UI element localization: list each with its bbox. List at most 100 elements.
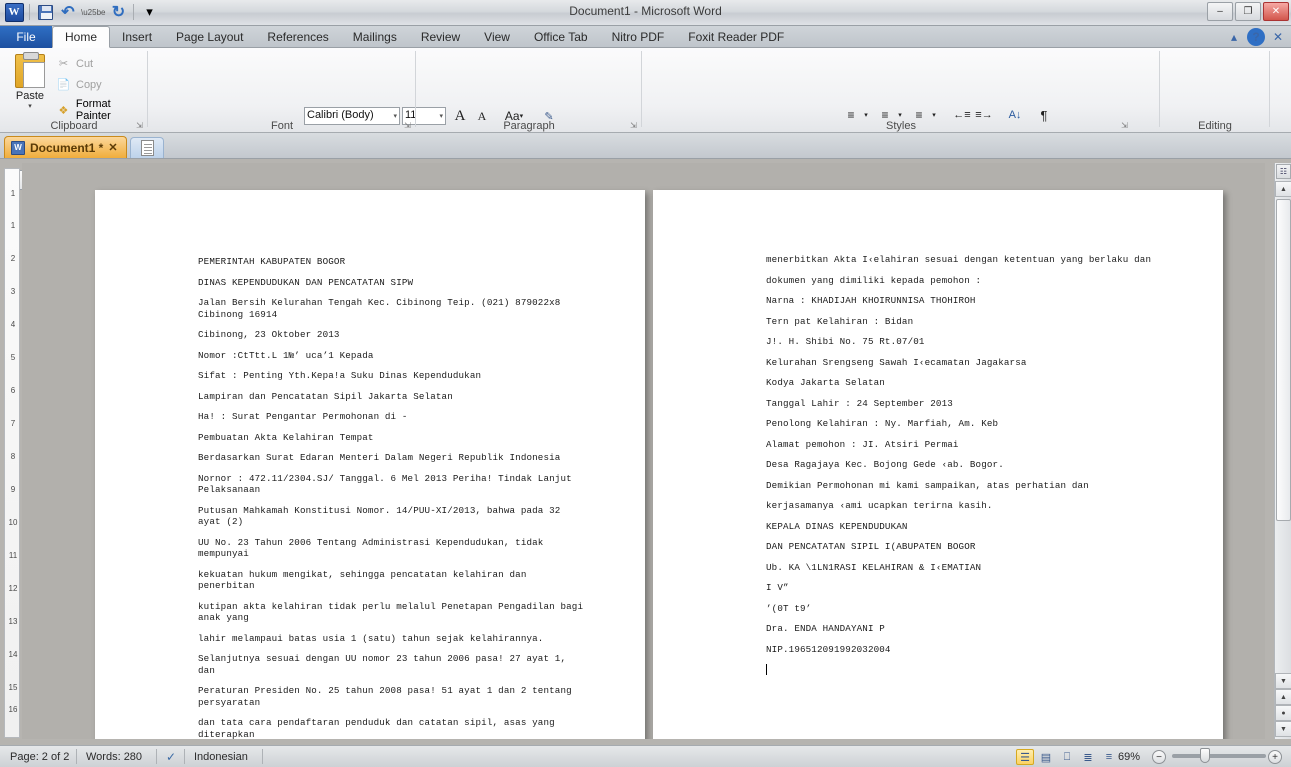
print-layout-view-button[interactable]: ☰ xyxy=(1016,749,1034,765)
minimize-button[interactable]: – xyxy=(1207,2,1233,21)
group-label-font: Font xyxy=(270,120,293,132)
tab-page-layout[interactable]: Page Layout xyxy=(164,26,255,48)
close-document-icon[interactable]: ✕ xyxy=(1269,28,1287,46)
outline-view-button[interactable]: ≣ xyxy=(1079,749,1097,765)
vertical-scrollbar[interactable]: ☷ ▲ ▼ ▲ ● ▼ xyxy=(1274,163,1291,739)
cut-button[interactable]: ✂ Cut xyxy=(56,56,93,71)
clipboard-dialog-launcher[interactable]: ⇲ xyxy=(134,120,145,131)
tab-insert[interactable]: Insert xyxy=(110,26,164,48)
doc-paragraph: ’(0T t9’ xyxy=(766,602,812,614)
ribbon-tab-strip[interactable]: File Home Insert Page Layout References … xyxy=(0,26,1291,48)
next-page-button[interactable]: ▼ xyxy=(1275,721,1291,737)
scrollbar-thumb[interactable] xyxy=(1276,199,1291,521)
doc-paragraph: Cibinong, 23 Oktober 2013 xyxy=(198,329,340,340)
tab-foxit-reader-pdf[interactable]: Foxit Reader PDF xyxy=(676,26,796,48)
minus-icon: − xyxy=(1152,750,1166,764)
paragraph-dialog-launcher[interactable]: ⇲ xyxy=(628,120,639,131)
chevron-down-icon[interactable]: ▾ xyxy=(8,102,52,110)
title-bar: W ↶ \u25be ↻ ▾ Document1 - Microsoft Wor… xyxy=(0,0,1291,26)
doc-paragraph: kekuatan hukum mengikat, sehingga pencat… xyxy=(198,568,527,592)
paintbrush-icon: ❖ xyxy=(58,104,69,117)
doc-paragraph: Kelurahan Srengseng Sawah I‹ecamatan Jag… xyxy=(766,356,1027,368)
format-painter-button[interactable]: ❖ Format Painter xyxy=(56,98,148,122)
close-button[interactable]: ✕ xyxy=(1263,2,1289,21)
chevron-down-icon[interactable]: ▾ xyxy=(393,112,397,120)
view-buttons[interactable]: ☰ ▤ ⎕ ≣ ≡ xyxy=(1016,749,1118,765)
tab-references[interactable]: References xyxy=(255,26,340,48)
doc-paragraph: Narna : KHADIJAH KHOIRUNNISA THOHIROH xyxy=(766,295,976,306)
language-indicator[interactable]: Indonesian xyxy=(186,749,256,765)
doc-paragraph: menerbitkan Akta I‹elahiran sesuai denga… xyxy=(766,254,1152,265)
vertical-ruler[interactable]: 1 1 2 3 4 5 6 7 8 9 10 11 12 13 14 15 16 xyxy=(4,168,20,738)
doc-paragraph: Kodya Jakarta Selatan xyxy=(766,377,885,388)
doc-paragraph: NIP.196512091992032004 xyxy=(766,643,891,655)
scroll-down-button[interactable]: ▼ xyxy=(1275,673,1291,689)
zoom-slider-handle[interactable] xyxy=(1200,748,1210,763)
minimize-ribbon-icon[interactable]: ▴ xyxy=(1225,28,1243,46)
tab-nitro-pdf[interactable]: Nitro PDF xyxy=(600,26,677,48)
doc-paragraph: PEMERINTAH KABUPATEN BOGOR xyxy=(198,256,346,267)
document-canvas[interactable]: PEMERINTAH KABUPATEN BOGOR DINAS KEPENDU… xyxy=(22,163,1265,739)
font-dialog-launcher[interactable]: ⇲ xyxy=(402,120,413,131)
plus-icon: + xyxy=(1268,750,1282,764)
tab-view[interactable]: View xyxy=(472,26,522,48)
ribbon: Paste ▾ ✂ Cut 📄 Copy ❖ Format Painter Cl… xyxy=(0,48,1291,155)
window-title: Document1 - Microsoft Word xyxy=(569,4,722,18)
group-label-clipboard: Clipboard xyxy=(50,120,98,132)
tab-review[interactable]: Review xyxy=(409,26,472,48)
tab-office-tab[interactable]: Office Tab xyxy=(522,26,600,48)
tab-file[interactable]: File xyxy=(0,26,52,48)
doc-paragraph: Pembuatan Akta Kelahiran Tempat xyxy=(198,431,374,443)
doc-paragraph: I V” xyxy=(766,582,789,593)
window-controls[interactable]: – ❐ ✕ xyxy=(1207,2,1289,21)
doc-paragraph: DINAS KEPENDUDUKAN DAN PENCATATAN SIPW xyxy=(198,276,414,288)
split-bar-handle[interactable]: ☷ xyxy=(1276,164,1291,179)
doc-paragraph: lahir melampaui batas usia 1 (satu) tahu… xyxy=(198,632,544,644)
tab-mailings[interactable]: Mailings xyxy=(341,26,409,48)
page-1-text[interactable]: PEMERINTAH KABUPATEN BOGOR DINAS KEPENDU… xyxy=(198,256,588,739)
doc-paragraph: Ha! : Surat Pengantar Permohonan di - xyxy=(198,411,408,422)
zoom-slider-track[interactable] xyxy=(1172,754,1266,758)
document-tab-label: Document1 * xyxy=(30,140,104,155)
doc-paragraph: Nomor :CtTtt.L 1№’ uca’1 Kepada xyxy=(198,349,374,361)
help-icon[interactable]: ? xyxy=(1247,28,1265,46)
paste-button[interactable]: Paste ▾ xyxy=(8,52,52,114)
document-page-2[interactable]: menerbitkan Akta I‹elahiran sesuai denga… xyxy=(653,190,1223,739)
group-clipboard: Paste ▾ ✂ Cut 📄 Copy ❖ Format Painter Cl… xyxy=(0,48,148,133)
text-caret xyxy=(766,664,1161,677)
doc-paragraph: Penolong Kelahiran : Ny. Marfiah, Am. Ke… xyxy=(766,418,999,429)
doc-paragraph: kerjasamanya ‹ami ucapkan terirna kasih. xyxy=(766,500,993,511)
document-tab-document1[interactable]: W Document1 * ✕ xyxy=(4,136,127,158)
doc-paragraph: Alamat pemohon : JI. Atsiri Permai xyxy=(766,438,959,450)
select-browse-object-button[interactable]: ● xyxy=(1275,705,1291,721)
restore-button[interactable]: ❐ xyxy=(1235,2,1261,21)
doc-paragraph: Putusan Mahkamah Konstitusi Nomor. 14/PU… xyxy=(198,504,561,528)
zoom-out-button[interactable]: − xyxy=(1152,749,1166,765)
page-indicator[interactable]: Page: 2 of 2 xyxy=(2,749,77,765)
zoom-level[interactable]: 69% xyxy=(1118,749,1140,765)
word-count[interactable]: Words: 280 xyxy=(78,749,150,765)
copy-button[interactable]: 📄 Copy xyxy=(56,77,102,92)
zoom-in-button[interactable]: + xyxy=(1268,749,1282,765)
tab-home[interactable]: Home xyxy=(52,26,111,48)
page-2-text[interactable]: menerbitkan Akta I‹elahiran sesuai denga… xyxy=(766,254,1161,686)
previous-page-button[interactable]: ▲ xyxy=(1275,689,1291,705)
word-document-icon: W xyxy=(11,140,25,155)
draft-view-button[interactable]: ≡ xyxy=(1100,749,1118,765)
close-icon[interactable]: ✕ xyxy=(108,141,117,154)
new-document-tab-button[interactable] xyxy=(130,137,164,158)
document-page-1[interactable]: PEMERINTAH KABUPATEN BOGOR DINAS KEPENDU… xyxy=(95,190,645,739)
doc-paragraph: Demikian Permohonan mi kami sampaikan, a… xyxy=(766,479,1089,491)
group-label-paragraph: Paragraph xyxy=(503,120,555,132)
doc-paragraph: DAN PENCATATAN SIPIL I(ABUPATEN BOGOR xyxy=(766,541,976,552)
proofing-status[interactable]: ✓ xyxy=(158,749,184,765)
status-bar: Page: 2 of 2 Words: 280 ✓ Indonesian ☰ ▤… xyxy=(0,745,1291,767)
full-screen-reading-view-button[interactable]: ▤ xyxy=(1037,749,1055,765)
doc-paragraph: Lampiran dan Pencatatan Sipil Jakarta Se… xyxy=(198,390,453,402)
doc-paragraph: Dra. ENDA HANDAYANI P xyxy=(766,623,885,634)
format-painter-label: Format Painter xyxy=(75,98,111,122)
group-label-editing: Editing xyxy=(1198,120,1232,132)
styles-dialog-launcher[interactable]: ⇲ xyxy=(1119,120,1130,131)
scroll-up-button[interactable]: ▲ xyxy=(1275,181,1291,197)
web-layout-view-button[interactable]: ⎕ xyxy=(1058,749,1076,765)
